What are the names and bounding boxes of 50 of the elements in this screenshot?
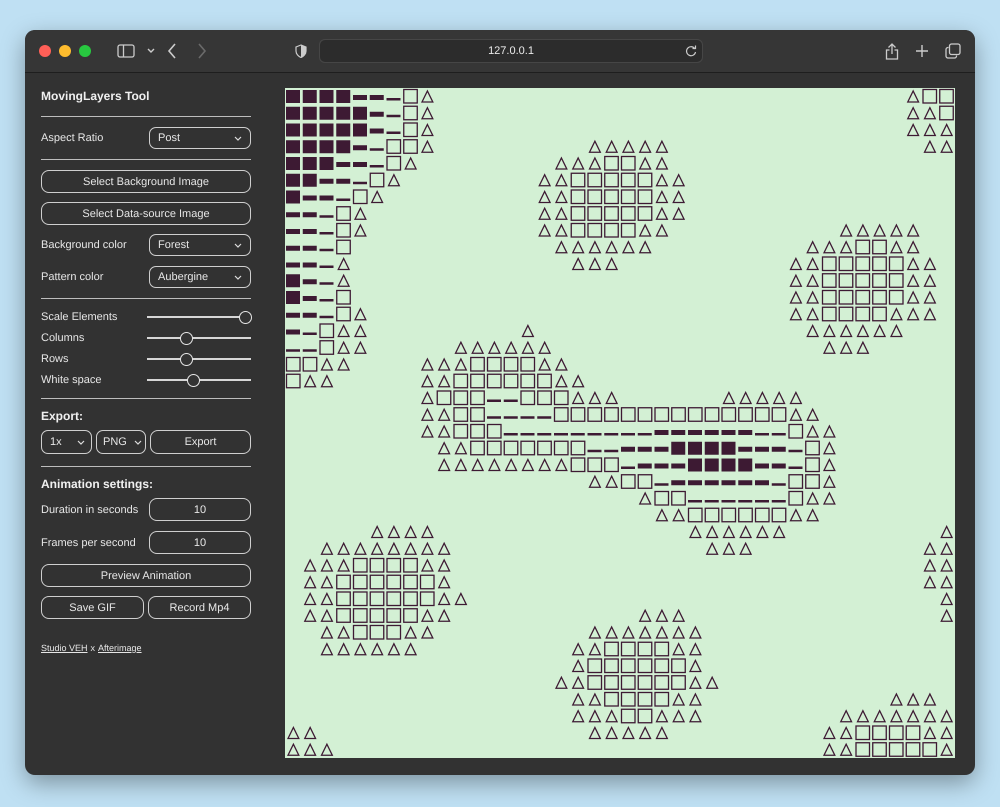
window-control-icon[interactable] <box>39 45 51 57</box>
select-image-button[interactable]: Select Background Image <box>41 170 251 193</box>
save-button[interactable]: Save GIF <box>41 596 144 619</box>
address-field[interactable]: 127.0.0.1 <box>319 39 703 63</box>
tabs-icon[interactable] <box>945 43 961 59</box>
slider-label: Scale Elements <box>41 311 118 323</box>
field-label: Background color <box>41 239 127 251</box>
aspect-ratio-dropdown[interactable]: Post <box>149 127 251 149</box>
export-button[interactable]: Export <box>150 430 251 454</box>
section-heading: Animation settings: <box>41 477 154 491</box>
section-heading: Export: <box>41 409 84 423</box>
number-input[interactable]: 10 <box>149 531 251 554</box>
format-dropdown[interactable]: PNG <box>96 430 146 454</box>
shield-icon[interactable] <box>295 44 307 58</box>
plus-icon[interactable] <box>915 44 929 58</box>
field-label: Aspect Ratio <box>41 132 104 144</box>
field-label: Duration in seconds <box>41 504 138 516</box>
slider-label: Columns <box>41 332 84 344</box>
share-icon[interactable] <box>885 42 899 60</box>
url-text: 127.0.0.1 <box>488 45 534 57</box>
chevron-down-icon <box>234 242 242 248</box>
app-title: MovingLayers Tool <box>41 89 150 103</box>
select-image-button[interactable]: Select Data-source Image <box>41 202 251 225</box>
window-control-icon[interactable] <box>59 45 71 57</box>
credit-link[interactable]: Studio VEH <box>41 643 88 653</box>
scale-dropdown[interactable]: 1x <box>41 430 92 454</box>
slider-thumb[interactable] <box>187 374 200 386</box>
color-dropdown[interactable]: Aubergine <box>149 266 251 288</box>
slider-label: Rows <box>41 353 69 365</box>
slider-thumb[interactable] <box>180 332 194 344</box>
sidebar-icon[interactable] <box>117 44 135 58</box>
color-dropdown[interactable]: Forest <box>149 234 251 256</box>
save-button[interactable]: Record Mp4 <box>148 596 251 619</box>
slider-label: White space <box>41 374 102 386</box>
chevron-down-icon <box>77 440 85 444</box>
separator-text: x <box>90 643 96 653</box>
back-icon[interactable] <box>167 43 177 59</box>
field-label: Frames per second <box>41 536 136 548</box>
chevron-down-icon <box>134 440 142 444</box>
slider-thumb[interactable] <box>180 352 194 366</box>
chevron-down-icon <box>234 274 242 280</box>
chevron-down-icon[interactable] <box>147 48 155 54</box>
preview-animation-button[interactable]: Preview Animation <box>41 564 251 587</box>
number-input[interactable]: 10 <box>149 498 251 521</box>
chevron-down-icon <box>234 136 242 140</box>
field-label: Pattern color <box>41 271 104 283</box>
window-control-icon[interactable] <box>79 45 91 57</box>
credit-link[interactable]: Afterimage <box>98 643 142 653</box>
slider-thumb[interactable] <box>239 310 252 324</box>
reload-icon[interactable] <box>685 45 697 57</box>
